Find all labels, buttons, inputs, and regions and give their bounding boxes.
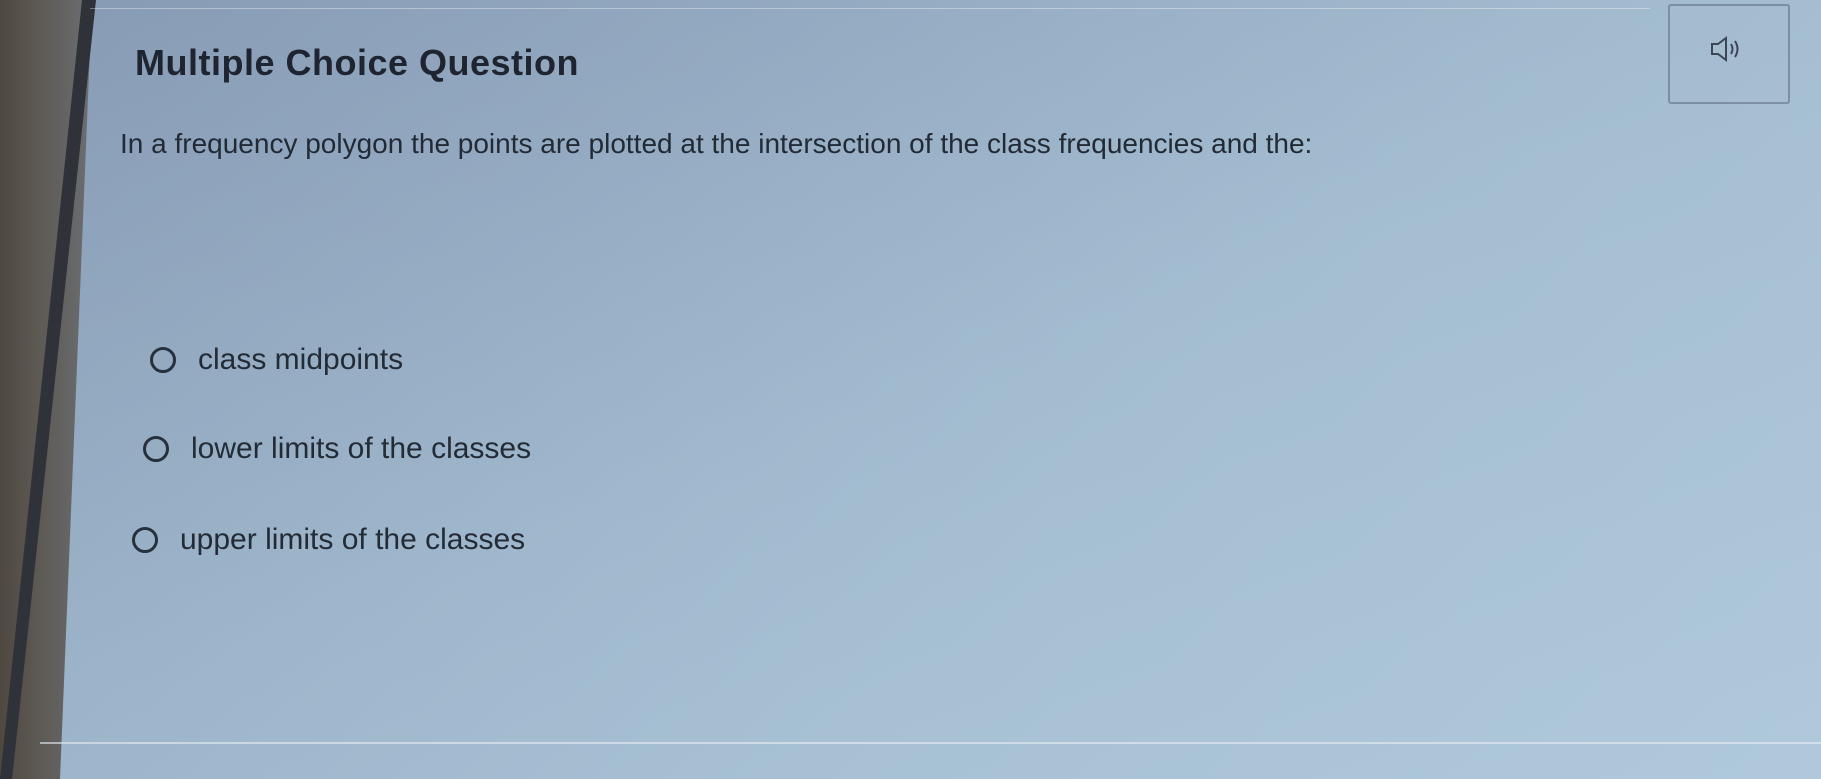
answer-option-1[interactable]: class midpoints <box>150 343 403 377</box>
question-prompt: In a frequency polygon the points are pl… <box>120 128 1313 159</box>
answer-option-2[interactable]: lower limits of the classes <box>143 432 531 466</box>
radio-button[interactable] <box>132 527 158 553</box>
top-divider <box>90 8 1650 9</box>
speaker-icon <box>1711 36 1739 62</box>
question-type-title: Multiple Choice Question <box>135 42 580 83</box>
bottom-divider <box>40 742 1821 744</box>
answer-option-3[interactable]: upper limits of the classes <box>132 523 525 557</box>
answer-option-label: class midpoints <box>198 343 404 376</box>
answer-option-label: lower limits of the classes <box>191 432 532 465</box>
answer-option-label: upper limits of the classes <box>180 523 526 556</box>
radio-button[interactable] <box>143 436 169 462</box>
content-panel <box>40 0 1821 779</box>
radio-button[interactable] <box>150 347 176 373</box>
read-aloud-button[interactable] <box>1668 4 1790 104</box>
